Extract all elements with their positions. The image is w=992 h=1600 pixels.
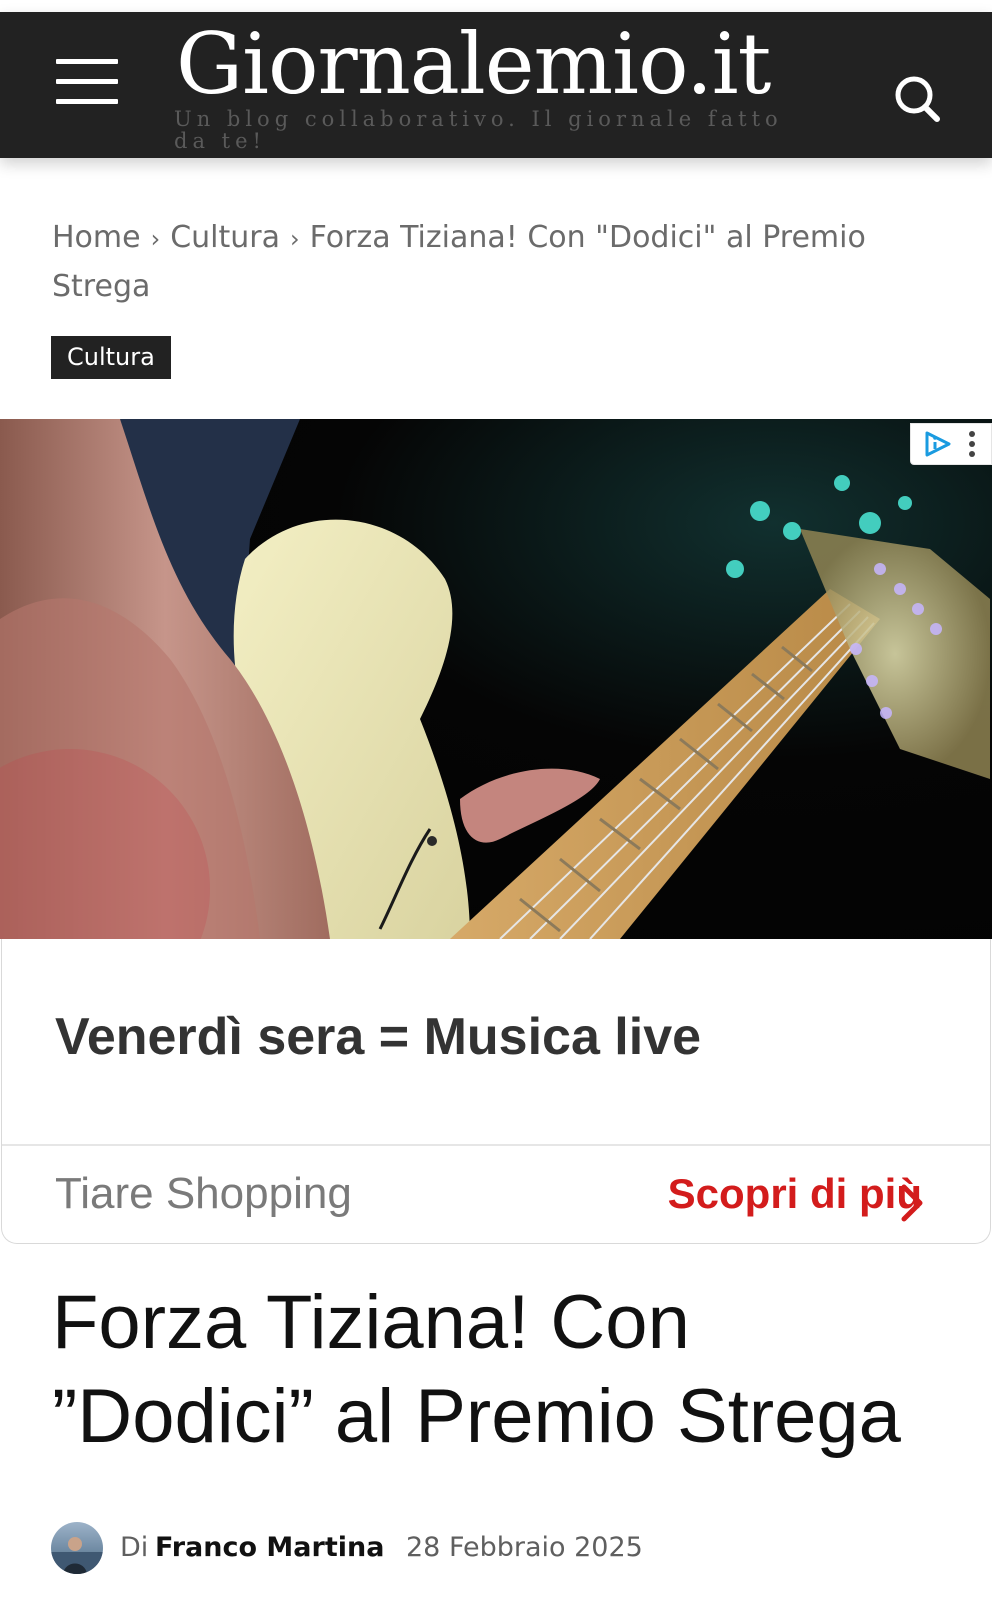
- more-vertical-icon[interactable]: [965, 430, 979, 458]
- ad-headline[interactable]: Venerdì sera = Musica live: [55, 999, 935, 1075]
- advertisement[interactable]: Venerdì sera = Musica live Tiare Shoppin…: [0, 419, 992, 1245]
- ad-advertiser: Tiare Shopping: [55, 1169, 352, 1218]
- breadcrumb-separator: ›: [290, 225, 300, 253]
- breadcrumb: Home › Cultura › Forza Tiziana! Con "Dodici"…: [52, 214, 932, 310]
- byline: Di Franco Martina 28 Febbraio 2025: [51, 1522, 951, 1574]
- byline-prefix: Di: [120, 1532, 149, 1563]
- site-tagline: Un blog collaborativo. Il giornale fatto…: [174, 107, 783, 153]
- adchoices-icon[interactable]: [923, 430, 953, 458]
- publish-date: 28 Febbraio 2025: [406, 1532, 643, 1563]
- category-badge[interactable]: Cultura: [51, 336, 171, 379]
- ad-card[interactable]: Venerdì sera = Musica live Tiare Shoppin…: [1, 939, 991, 1244]
- breadcrumb-category[interactable]: Cultura: [170, 220, 280, 255]
- breadcrumb-home[interactable]: Home: [52, 220, 141, 255]
- ad-cta-button[interactable]: Scopri di più: [668, 1157, 922, 1231]
- breadcrumb-separator: ›: [150, 225, 161, 253]
- ad-divider: [2, 1144, 990, 1146]
- hamburger-menu-icon[interactable]: [56, 59, 118, 105]
- ad-image-electric-guitar[interactable]: [0, 419, 992, 939]
- article-title: Forza Tiziana! Con ”Dodici” al Premio St…: [52, 1280, 901, 1459]
- ad-info-bar[interactable]: [910, 423, 992, 465]
- site-header: Giornalemio.it Un blog collaborativo. Il…: [0, 12, 992, 158]
- author-avatar[interactable]: [51, 1522, 103, 1574]
- site-logo[interactable]: Giornalemio.it: [176, 14, 771, 114]
- author-link[interactable]: Franco Martina: [155, 1522, 384, 1574]
- search-icon[interactable]: [893, 74, 941, 122]
- chevron-right-icon[interactable]: [896, 1183, 926, 1223]
